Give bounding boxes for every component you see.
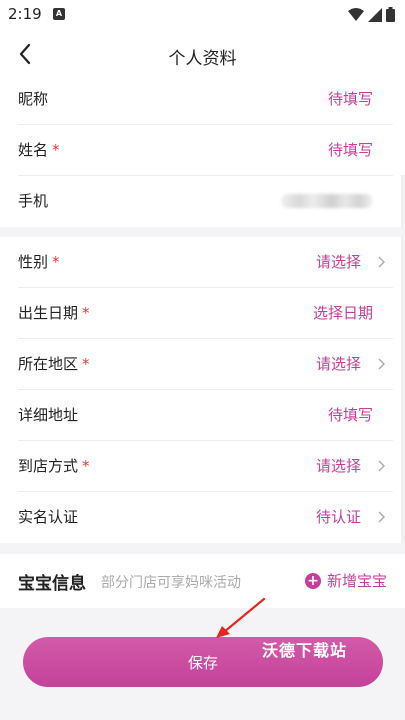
row-value: 待填写 [327,90,373,108]
row-birthday[interactable]: 出生日期 * 选择日期 [0,288,393,339]
row-nickname[interactable]: 昵称 待填写 [0,74,393,125]
add-baby-label: 新增宝宝 [326,572,387,590]
row-label-text: 到店方式 [18,457,79,475]
status-icons [348,7,395,22]
chevron-right-icon [378,460,385,472]
row-label: 手机 [18,192,49,210]
baby-info-hint: 部分门店可享妈咪活动 [101,575,241,591]
chevron-right-icon [378,511,385,523]
plus-circle-icon: + [304,572,321,589]
chevron-right-icon [378,358,385,370]
row-label: 姓名 * [18,139,60,160]
page-title: 个人资料 [168,49,237,69]
row-value: 待填写 [327,406,373,424]
baby-info-section: 宝宝信息 部分门店可享妈咪活动 + 新增宝宝 [0,554,405,606]
row-value: 请选择 [315,457,361,475]
notification-a-icon: A [53,8,65,20]
baby-info-title: 宝宝信息 [18,574,86,594]
required-mark: * [82,304,90,322]
row-label: 所在地区 * [18,353,90,374]
chevron-right-icon [378,256,385,268]
row-label-text: 所在地区 [18,355,79,373]
row-label-text: 性别 [18,253,49,271]
nav-bar: 个人资料 [0,28,405,80]
required-mark: * [52,141,60,159]
wifi-icon [348,7,364,21]
row-label: 实名认证 [18,508,79,526]
row-region[interactable]: 所在地区 * 请选择 [0,339,393,390]
required-mark: * [82,457,90,475]
row-label: 昵称 [18,90,49,108]
row-value: 请选择 [315,355,361,373]
row-gender[interactable]: 性别 * 请选择 [0,237,393,288]
annotation-arrow-icon [216,597,266,638]
required-mark: * [52,253,60,271]
signal-icon [368,7,382,22]
status-bar: 2:19 A [0,0,405,28]
row-label-text: 姓名 [18,141,49,159]
section-gap [0,227,405,237]
section-gap [0,543,405,554]
row-value: 待填写 [327,141,373,159]
row-name[interactable]: 姓名 * 待填写 [0,125,393,176]
row-value: 选择日期 [312,304,373,322]
battery-icon [386,7,395,22]
row-address[interactable]: 详细地址 待填写 [0,390,393,441]
blurred-phone-value [281,194,373,208]
row-label: 到店方式 * [18,455,90,476]
row-value: 请选择 [315,253,361,271]
status-time: 2:19 [8,5,42,23]
row-label: 出生日期 * [18,302,90,323]
row-value: 待认证 [315,508,361,526]
row-label: 性别 * [18,251,60,272]
row-label-text: 出生日期 [18,304,79,322]
row-phone[interactable]: 手机 [0,176,393,227]
row-visit-method[interactable]: 到店方式 * 请选择 [0,441,393,492]
row-label: 详细地址 [18,406,79,424]
required-mark: * [82,355,90,373]
row-real-name-auth[interactable]: 实名认证 待认证 [0,492,393,543]
add-baby-button[interactable]: + 新增宝宝 [304,570,387,591]
watermark: 沃德下载站 [262,641,348,660]
